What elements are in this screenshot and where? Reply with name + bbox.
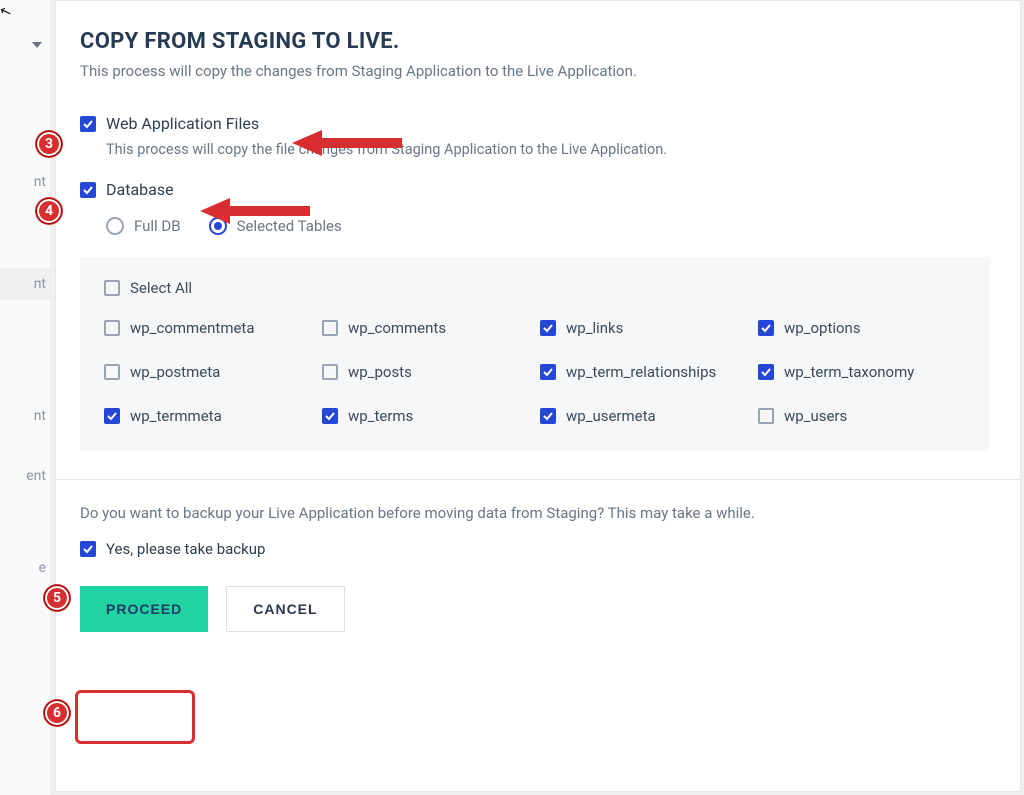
database-label: Database: [106, 180, 174, 199]
table-label: wp_users: [784, 407, 847, 425]
copy-staging-modal: COPY FROM STAGING TO LIVE. This process …: [55, 0, 1021, 792]
table-label: wp_terms: [348, 407, 413, 425]
backup-checkbox-label: Yes, please take backup: [106, 540, 265, 558]
table-item: wp_commentmeta: [104, 319, 312, 337]
table-item: wp_posts: [322, 363, 530, 381]
table-label: wp_posts: [348, 363, 412, 381]
table-label: wp_term_relationships: [566, 363, 716, 381]
table-label: wp_options: [784, 319, 861, 337]
table-checkbox[interactable]: [540, 408, 556, 424]
table-label: wp_term_taxonomy: [784, 363, 914, 381]
table-item: wp_termmeta: [104, 407, 312, 425]
tables-panel: Select All wp_commentmeta wp_comments wp_l…: [80, 257, 990, 451]
table-checkbox[interactable]: [758, 408, 774, 424]
table-item: wp_terms: [322, 407, 530, 425]
select-all-row: Select All: [104, 279, 966, 297]
arrow-annotation-icon: [200, 194, 315, 228]
backup-checkbox[interactable]: [80, 541, 96, 557]
table-label: wp_links: [566, 319, 623, 337]
table-item: wp_postmeta: [104, 363, 312, 381]
table-checkbox[interactable]: [758, 320, 774, 336]
table-label: wp_commentmeta: [130, 319, 255, 337]
sidebar-item[interactable]: nt: [0, 400, 50, 432]
sidebar-fragment: nt nt nt ent e: [0, 0, 50, 795]
table-item: wp_users: [758, 407, 966, 425]
web-files-section: Web Application Files This process will …: [80, 114, 990, 158]
radio-full-db[interactable]: [106, 217, 124, 235]
table-item: wp_usermeta: [540, 407, 748, 425]
select-all-checkbox[interactable]: [104, 280, 120, 296]
table-item: wp_options: [758, 319, 966, 337]
modal-subtitle: This process will copy the changes from …: [80, 62, 990, 80]
table-checkbox[interactable]: [104, 320, 120, 336]
table-checkbox[interactable]: [104, 408, 120, 424]
web-files-desc: This process will copy the file changes …: [106, 141, 990, 158]
cancel-button[interactable]: CANCEL: [226, 586, 344, 632]
table-label: wp_comments: [348, 319, 446, 337]
table-checkbox[interactable]: [540, 364, 556, 380]
table-checkbox[interactable]: [758, 364, 774, 380]
table-checkbox[interactable]: [322, 364, 338, 380]
backup-section: Do you want to backup your Live Applicat…: [80, 504, 990, 558]
radio-full-db-label: Full DB: [134, 217, 181, 235]
table-label: wp_termmeta: [130, 407, 222, 425]
table-checkbox[interactable]: [540, 320, 556, 336]
table-checkbox[interactable]: [104, 364, 120, 380]
backup-question: Do you want to backup your Live Applicat…: [80, 504, 990, 522]
modal-actions: PROCEED CANCEL: [80, 586, 990, 632]
modal-title: COPY FROM STAGING TO LIVE.: [80, 29, 990, 54]
annotation-badge-6: 6: [44, 700, 70, 726]
sidebar-item[interactable]: e: [0, 552, 50, 584]
proceed-button[interactable]: PROCEED: [80, 586, 208, 632]
table-item: wp_term_relationships: [540, 363, 748, 381]
table-label: wp_usermeta: [566, 407, 656, 425]
table-item: wp_links: [540, 319, 748, 337]
table-item: wp_term_taxonomy: [758, 363, 966, 381]
table-item: wp_comments: [322, 319, 530, 337]
chevron-down-icon[interactable]: [32, 42, 42, 48]
sidebar-item[interactable]: nt: [0, 166, 50, 198]
annotation-badge-5: 5: [44, 585, 70, 611]
sidebar-item[interactable]: nt: [0, 268, 50, 300]
table-checkbox[interactable]: [322, 408, 338, 424]
web-files-checkbox[interactable]: [80, 116, 96, 132]
arrow-annotation-icon: [292, 126, 407, 160]
annotation-badge-4: 4: [36, 198, 62, 224]
divider: [56, 479, 1020, 480]
sidebar-item[interactable]: ent: [0, 460, 50, 492]
annotation-badge-3: 3: [36, 131, 62, 157]
web-files-label: Web Application Files: [106, 114, 259, 133]
table-label: wp_postmeta: [130, 363, 220, 381]
database-checkbox[interactable]: [80, 182, 96, 198]
select-all-label: Select All: [130, 279, 192, 297]
table-checkbox[interactable]: [322, 320, 338, 336]
